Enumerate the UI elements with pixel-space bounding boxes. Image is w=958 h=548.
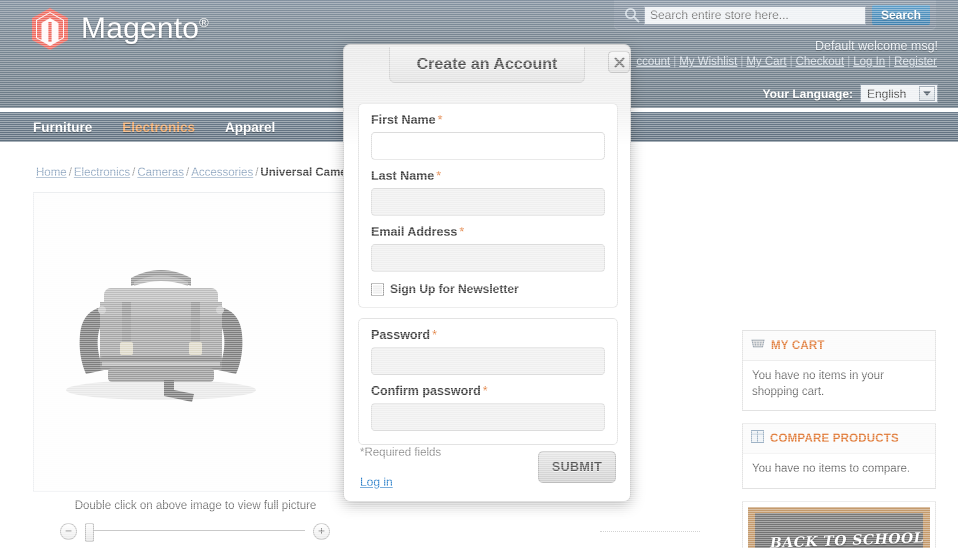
back-to-school-banner[interactable]: BACK TO SCHOOL Keep your eyes open for o… [742, 500, 936, 548]
nav-item-electronics[interactable]: Electronics [122, 120, 195, 135]
zoom-hint-text: Double click on above image to view full… [74, 500, 317, 512]
first-name-required-marker: * [437, 113, 443, 127]
password-label-text: Password [371, 328, 431, 342]
banner-image: BACK TO SCHOOL Keep your eyes open for o… [748, 506, 930, 548]
last-name-required-marker: * [436, 169, 442, 183]
email-required-marker: * [459, 225, 465, 239]
header-link-checkout[interactable]: Checkout [793, 56, 848, 68]
modal-body: First Name * Last Name * Email Address * Si… [344, 93, 632, 445]
compare-products-panel: COMPARE PRODUCTS You have no items to co… [742, 423, 936, 489]
search-input[interactable] [644, 5, 866, 25]
my-cart-panel: MY CART You have no items in your shoppi… [742, 330, 936, 412]
newsletter-row[interactable]: Sign Up for Newsletter [371, 282, 605, 296]
compare-products-body: You have no items to compare. [752, 463, 911, 476]
password-label: Password * [371, 328, 605, 342]
language-label: Your Language: [762, 86, 853, 101]
last-name-label: Last Name * [371, 169, 605, 183]
magento-storefront-page: Magento® Search Default welcome msg! cco… [0, 0, 958, 548]
log-in-link[interactable]: Log in [360, 475, 393, 489]
product-image[interactable] [36, 230, 286, 405]
logo-wordmark: Magento [81, 12, 200, 45]
newsletter-checkbox[interactable] [371, 282, 384, 296]
breadcrumb: Home / Electronics / Cameras / Accessories / Uni… [36, 167, 347, 179]
last-name-field[interactable] [371, 188, 605, 216]
zoom-slider-handle[interactable] [85, 522, 94, 542]
my-cart-body: You have no items in your shopping cart. [752, 370, 884, 398]
zoom-slider[interactable]: − + [60, 520, 330, 542]
modal-footer: *Required fields Log in SUBMIT [344, 439, 632, 503]
header-link-register[interactable]: Register [891, 56, 940, 68]
chevron-down-icon [919, 86, 935, 101]
search-box: Search [614, 0, 936, 30]
header-link-my-account[interactable]: ccount [633, 56, 673, 68]
compare-products-title: COMPARE PRODUCTS [770, 433, 899, 446]
description-divider [600, 531, 700, 532]
nav-item-furniture[interactable]: Furniture [33, 120, 92, 135]
product-review-link-fragment[interactable] [617, 509, 620, 523]
compare-icon [751, 430, 764, 448]
breadcrumb-separator: / [68, 167, 72, 179]
account-info-fieldset: First Name * Last Name * Email Address * Si… [358, 103, 618, 308]
password-field[interactable] [371, 347, 605, 375]
site-logo[interactable]: Magento® [30, 7, 209, 51]
header-links: ccount | My Wishlist | My Cart | Checkout | Log … [633, 56, 940, 68]
language-select[interactable]: English [860, 84, 938, 103]
breadcrumb-electronics[interactable]: Electronics [74, 167, 130, 179]
close-icon[interactable] [608, 51, 630, 73]
confirm-password-label: Confirm password * [371, 384, 605, 398]
logo-text: Magento® [81, 12, 209, 46]
cart-icon [751, 337, 765, 355]
header-link-log-in[interactable]: Log In [850, 56, 888, 68]
logo-registered-mark: ® [199, 15, 209, 30]
first-name-field[interactable] [371, 132, 605, 160]
first-name-label-text: First Name [371, 113, 436, 127]
breadcrumb-current: Universal Came [260, 167, 347, 179]
password-fieldset: Password * Confirm password * [358, 318, 618, 445]
zoom-in-icon[interactable]: + [313, 522, 330, 540]
password-required-marker: * [432, 328, 437, 342]
header-link-my-wishlist[interactable]: My Wishlist [676, 56, 740, 68]
right-sidebar: MY CART You have no items in your shoppi… [742, 330, 936, 548]
confirm-password-required-marker: * [482, 384, 488, 398]
breadcrumb-accessories[interactable]: Accessories [191, 167, 253, 179]
header-link-my-cart[interactable]: My Cart [743, 56, 789, 68]
email-field[interactable] [371, 244, 605, 272]
zoom-out-icon[interactable]: − [60, 522, 77, 540]
compare-products-panel-header: COMPARE PRODUCTS [743, 424, 935, 455]
search-button[interactable]: Search [871, 5, 930, 25]
submit-button[interactable]: SUBMIT [538, 451, 616, 483]
create-account-modal: Create an Account First Name * Last Name *… [343, 44, 631, 502]
language-switcher[interactable]: Your Language: English [763, 84, 938, 103]
breadcrumb-home[interactable]: Home [36, 167, 67, 179]
language-selected-value: English [867, 86, 907, 101]
first-name-label: First Name * [371, 113, 605, 127]
welcome-message: Default welcome msg! [815, 39, 938, 53]
nav-item-apparel[interactable]: Apparel [225, 120, 275, 135]
confirm-password-label-text: Confirm password [371, 384, 481, 398]
my-cart-panel-header: MY CART [743, 331, 935, 361]
email-label: Email Address * [371, 225, 605, 239]
my-cart-title: MY CART [771, 340, 825, 352]
confirm-password-field[interactable] [371, 403, 605, 431]
modal-title-tab: Create an Account [389, 47, 585, 83]
search-icon [620, 4, 644, 26]
newsletter-label: Sign Up for Newsletter [390, 282, 519, 296]
zoom-track[interactable] [85, 522, 305, 542]
magento-logo-icon [30, 7, 70, 51]
modal-title: Create an Account [416, 55, 558, 73]
last-name-label-text: Last Name [371, 169, 435, 183]
email-label-text: Email Address [371, 225, 458, 239]
breadcrumb-cameras[interactable]: Cameras [137, 167, 184, 179]
